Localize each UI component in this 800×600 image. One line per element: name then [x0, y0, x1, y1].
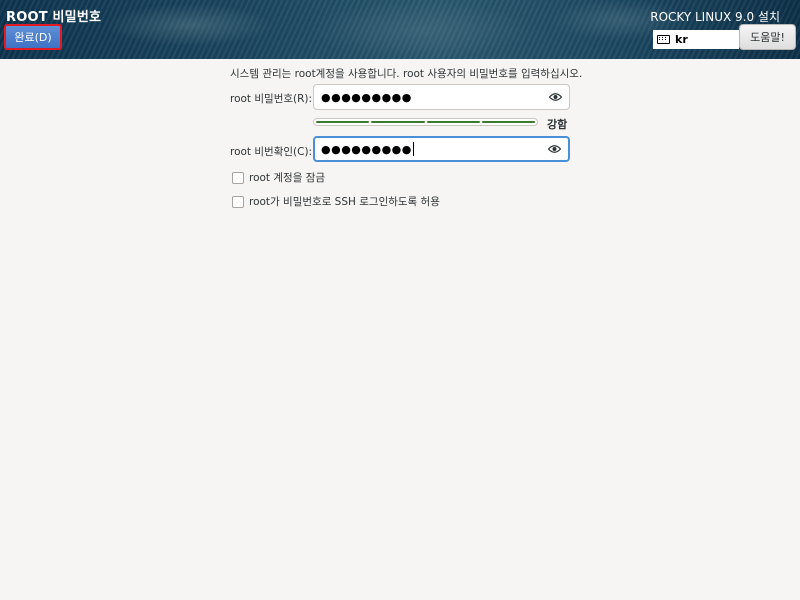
strength-segment [371, 121, 425, 123]
confirm-password-input[interactable]: ●●●●●●●●● [313, 136, 570, 162]
strength-segment [316, 121, 370, 123]
header-bar: ROOT 비밀번호 완료(D) ROCKY LINUX 9.0 설치 kr 도움… [0, 0, 800, 59]
lock-root-label: root 계정을 잠금 [249, 172, 326, 184]
lock-root-checkbox-row[interactable]: root 계정을 잠금 [232, 170, 325, 185]
instructions-text: 시스템 관리는 root계정을 사용합니다. root 사용자의 비밀번호를 입… [230, 68, 583, 80]
screen-title: ROOT 비밀번호 [6, 10, 102, 25]
confirm-masked-value: ●●●●●●●●● [321, 142, 412, 156]
eye-icon[interactable] [548, 145, 561, 154]
keyboard-layout-indicator[interactable]: kr [653, 30, 739, 49]
allow-ssh-checkbox[interactable] [232, 195, 244, 208]
allow-ssh-label: root가 비밀번호로 SSH 로그인하도록 허용 [249, 196, 440, 208]
strength-segment [426, 121, 480, 123]
confirm-password-label: root 비번확인(C): [230, 146, 313, 158]
password-masked-value: ●●●●●●●●● [321, 90, 412, 104]
lock-root-checkbox[interactable] [232, 171, 244, 184]
text-caret [412, 142, 414, 156]
allow-ssh-checkbox-row[interactable]: root가 비밀번호로 SSH 로그인하도록 허용 [232, 194, 440, 209]
keyboard-layout-label: kr [675, 33, 688, 46]
keyboard-icon [657, 35, 670, 44]
strength-segment [481, 121, 535, 123]
strength-label: 강함 [547, 118, 568, 131]
password-label: root 비밀번호(R): [230, 93, 313, 105]
installer-title: ROCKY LINUX 9.0 설치 [650, 10, 780, 24]
done-button[interactable]: 완료(D) [4, 24, 62, 50]
help-button[interactable]: 도움말! [739, 24, 796, 50]
password-input[interactable]: ●●●●●●●●● [313, 84, 570, 110]
password-strength-bar [313, 118, 538, 126]
eye-icon[interactable] [549, 93, 562, 102]
